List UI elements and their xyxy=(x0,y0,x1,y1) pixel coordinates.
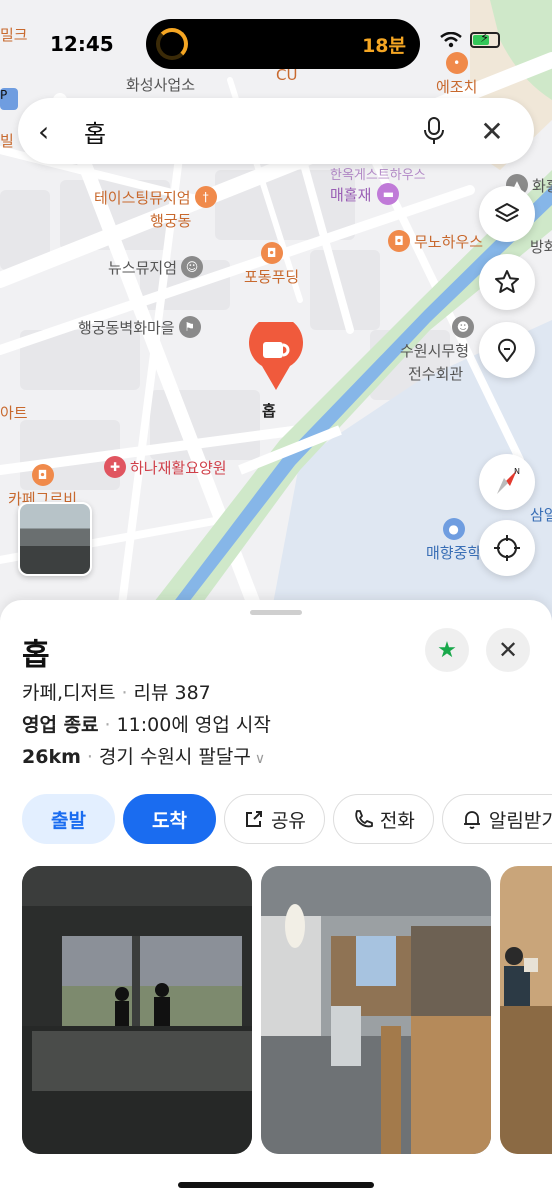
poi-tasting-museum[interactable]: 테이스팅뮤지엄 † 행궁동 xyxy=(94,186,217,231)
svg-text:N: N xyxy=(514,467,520,476)
layers-button[interactable] xyxy=(479,186,535,242)
place-thumbnail[interactable] xyxy=(18,502,92,576)
action-buttons: 출발 도착 공유 전화 알림받기 xyxy=(22,794,552,844)
category-line: 카페,디저트 · 리뷰 387 xyxy=(22,682,211,704)
sheet-grabber[interactable] xyxy=(250,610,302,615)
poi-bill[interactable]: 빌 xyxy=(0,130,14,151)
notify-button[interactable]: 알림받기 xyxy=(441,794,552,844)
selected-place-marker[interactable] xyxy=(248,315,304,392)
chevron-down-icon: ∨ xyxy=(254,751,266,767)
compass-icon: N xyxy=(497,467,520,494)
hospital-icon: ✚ xyxy=(104,456,126,478)
poi-munohouse[interactable]: ◘ 무노하우스 xyxy=(388,230,483,252)
favorite-button[interactable]: ★ xyxy=(425,628,469,672)
place-photo-1[interactable] xyxy=(22,866,252,1154)
status-time: 12:45 xyxy=(50,32,114,56)
selected-marker-label: 홉 xyxy=(262,402,276,420)
compass-button[interactable]: N xyxy=(479,454,535,510)
poi-maehyang-school[interactable]: ● 매향중학 xyxy=(426,518,481,563)
flag-icon: ⚑ xyxy=(178,316,201,338)
hours-detail: 11:00에 영업 시작 xyxy=(116,714,271,736)
arrive-button[interactable]: 도착 xyxy=(122,794,216,844)
map-view[interactable]: 밀크 화성사업소 CU • 에조치 한옥게스트하우스 매홀재 ▬ 테이스팅뮤지엄 †… xyxy=(0,0,552,620)
distance: 26km xyxy=(22,746,81,768)
address: 경기 수원시 팔달구 xyxy=(98,746,251,768)
poi-samil[interactable]: 삼일 xyxy=(530,504,552,525)
phone-icon xyxy=(355,810,373,828)
cafe-icon: ◘ xyxy=(31,464,54,486)
activity-minutes: 18분 xyxy=(362,35,406,57)
restaurant-icon: • xyxy=(445,52,468,74)
star-icon xyxy=(495,270,519,293)
place-name: 홉 xyxy=(22,638,50,673)
search-bar: ‹ ✕ xyxy=(18,98,534,164)
call-button[interactable]: 전화 xyxy=(332,794,434,844)
microphone-icon[interactable] xyxy=(414,116,454,146)
close-button[interactable]: ✕ xyxy=(486,628,530,672)
poi-mural-village[interactable]: 행궁동벽화마을 ⚑ xyxy=(78,316,201,338)
layers-icon xyxy=(495,203,519,222)
saved-location-button[interactable] xyxy=(479,322,535,378)
depart-button[interactable]: 출발 xyxy=(22,794,115,844)
dynamic-island[interactable]: 18분 xyxy=(146,19,420,69)
poi-art[interactable]: 아트 xyxy=(0,402,28,423)
battery-icon: ⚡ xyxy=(470,31,500,48)
poi-hwaseong-office[interactable]: 화성사업소 xyxy=(126,74,195,95)
place-photo-2[interactable] xyxy=(261,866,491,1154)
favorites-button[interactable] xyxy=(479,254,535,310)
home-indicator xyxy=(178,1182,374,1188)
clear-search-icon[interactable]: ✕ xyxy=(472,115,512,148)
bell-plus-icon xyxy=(463,811,480,829)
museum-icon: ☺ xyxy=(181,256,204,278)
review-count[interactable]: 리뷰 387 xyxy=(134,682,211,704)
poi-ejochi[interactable]: • 에조치 xyxy=(436,52,477,97)
poi-hana-nursing[interactable]: ✚ 하나재활요양원 xyxy=(104,456,227,478)
search-input[interactable] xyxy=(84,117,414,145)
poi-hanok-guesthouse[interactable]: 한옥게스트하우스 매홀재 ▬ xyxy=(330,164,426,205)
my-location-button[interactable] xyxy=(479,520,535,576)
crosshair-icon xyxy=(494,535,520,561)
bed-icon: ▬ xyxy=(377,183,400,205)
place-category: 카페,디저트 xyxy=(22,682,116,704)
star-filled-icon: ★ xyxy=(437,637,457,663)
school-icon: ● xyxy=(442,518,465,540)
place-photo-3[interactable] xyxy=(500,866,552,1154)
poi-podong-pudding[interactable]: ◘ 포동푸딩 xyxy=(244,242,299,287)
close-icon: ✕ xyxy=(497,636,519,664)
poi-news-museum[interactable]: 뉴스뮤지엄 ☺ xyxy=(108,256,204,278)
poi-intangible-heritage[interactable]: ☻ 수원시무형 전수회관 xyxy=(400,316,474,384)
cafe-icon: ◘ xyxy=(260,242,283,264)
poi-milk[interactable]: 밀크 xyxy=(0,24,28,45)
share-icon xyxy=(245,811,262,827)
parking-icon: P xyxy=(0,88,18,110)
back-icon[interactable]: ‹ xyxy=(38,115,78,148)
hours-line: 영업 종료 · 11:00에 영업 시작 xyxy=(22,714,271,736)
poi-banghwa[interactable]: 방화 xyxy=(530,236,552,257)
share-button[interactable]: 공유 xyxy=(223,794,325,844)
mask-icon: ☻ xyxy=(452,316,474,338)
wifi-icon xyxy=(440,32,462,48)
fork-knife-icon: † xyxy=(194,186,217,208)
cafe-icon: ◘ xyxy=(388,230,410,252)
address-line[interactable]: 26km · 경기 수원시 팔달구 ∨ xyxy=(22,742,265,769)
place-detail-sheet: 홉 ★ ✕ 카페,디저트 · 리뷰 387 영업 종료 · 11:00에 영업 시작 2… xyxy=(0,600,552,1200)
timer-ring-icon xyxy=(156,28,188,60)
hours-status: 영업 종료 xyxy=(22,714,99,736)
status-icons: ⚡ xyxy=(440,31,500,48)
location-pin-icon xyxy=(498,338,516,362)
